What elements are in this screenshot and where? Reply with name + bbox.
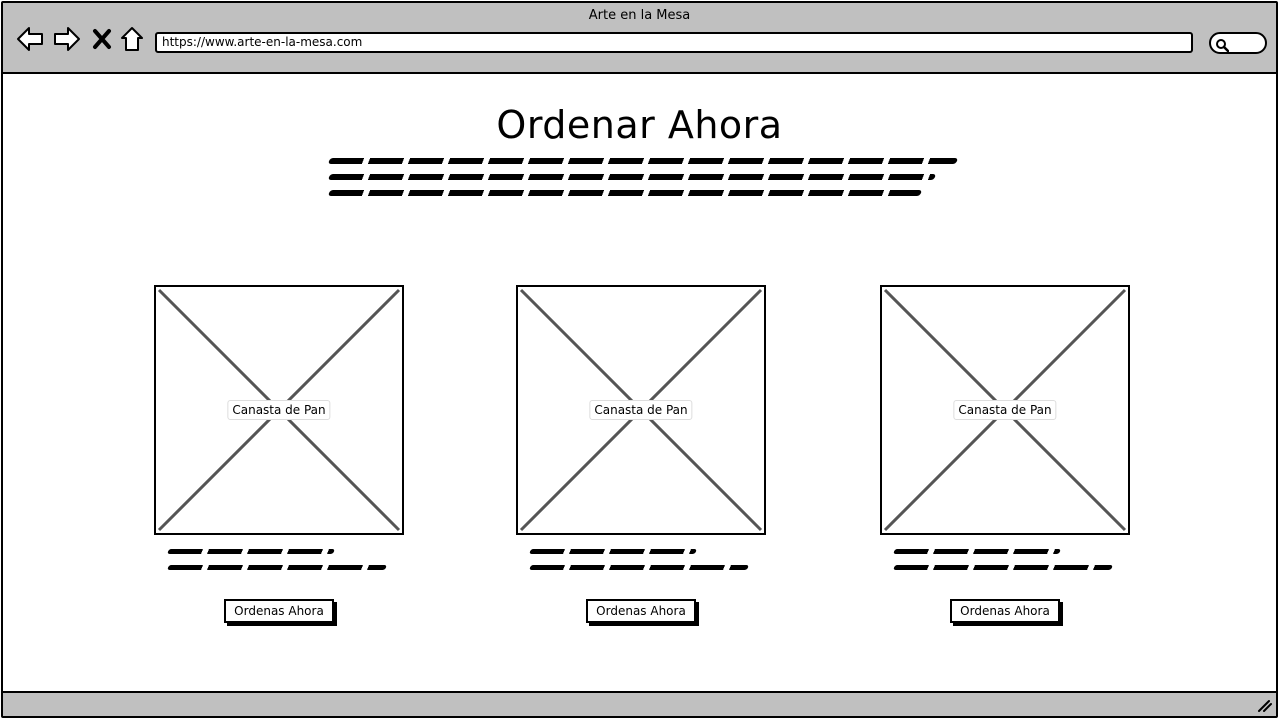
product-description-placeholder bbox=[167, 549, 388, 581]
image-label: Canasta de Pan bbox=[589, 400, 693, 420]
order-now-button[interactable]: Ordenas Ahora bbox=[224, 599, 334, 623]
image-placeholder: Canasta de Pan bbox=[154, 285, 404, 535]
url-bar[interactable]: https://www.arte-en-la-mesa.com bbox=[155, 32, 1193, 53]
intro-text-placeholder bbox=[327, 158, 959, 206]
image-placeholder: Canasta de Pan bbox=[880, 285, 1130, 535]
search-icon bbox=[1216, 39, 1229, 52]
product-description-placeholder bbox=[529, 549, 750, 581]
forward-arrow-icon[interactable] bbox=[52, 24, 82, 54]
image-label: Canasta de Pan bbox=[227, 400, 331, 420]
browser-chrome: Arte en la Mesa https://www.arte-en-la-m… bbox=[3, 3, 1276, 74]
status-bar bbox=[3, 691, 1276, 716]
product-description-placeholder bbox=[893, 549, 1114, 581]
product-card: Canasta de Pan Ordenas Ahora bbox=[880, 285, 1130, 623]
product-card: Canasta de Pan Ordenas Ahora bbox=[154, 285, 404, 623]
order-now-button[interactable]: Ordenas Ahora bbox=[586, 599, 696, 623]
close-x-icon[interactable] bbox=[87, 24, 117, 54]
product-card: Canasta de Pan Ordenas Ahora bbox=[516, 285, 766, 623]
search-field[interactable] bbox=[1209, 32, 1267, 54]
order-now-button[interactable]: Ordenas Ahora bbox=[950, 599, 1060, 623]
page-title: Ordenar Ahora bbox=[496, 103, 783, 147]
resize-grip-icon[interactable] bbox=[1256, 699, 1272, 713]
image-placeholder: Canasta de Pan bbox=[516, 285, 766, 535]
window-title: Arte en la Mesa bbox=[588, 8, 691, 23]
image-label: Canasta de Pan bbox=[953, 400, 1057, 420]
back-arrow-icon[interactable] bbox=[15, 24, 45, 54]
browser-window: Arte en la Mesa https://www.arte-en-la-m… bbox=[1, 1, 1278, 718]
home-icon[interactable] bbox=[117, 24, 147, 54]
